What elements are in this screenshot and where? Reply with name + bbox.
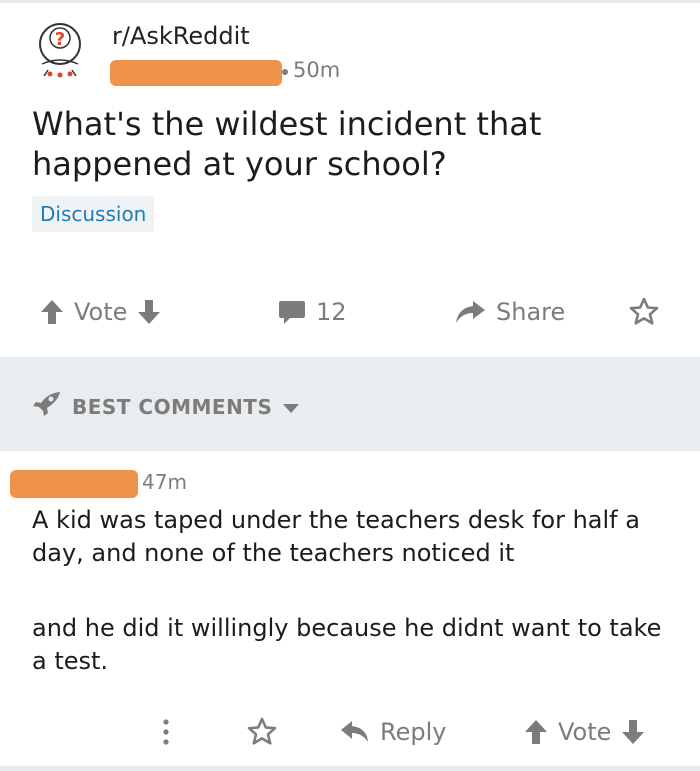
subreddit-avatar-icon[interactable]: ? xyxy=(32,18,92,82)
comments-button[interactable]: 12 xyxy=(278,288,347,336)
rocket-icon xyxy=(32,391,62,422)
sort-label: BEST COMMENTS xyxy=(72,394,273,419)
comment-paragraph: and he did it willingly because he didnt… xyxy=(32,614,662,675)
comment-count: 12 xyxy=(316,298,347,326)
reply-button[interactable]: Reply xyxy=(340,708,446,756)
comment-paragraph: A kid was taped under the teachers desk … xyxy=(32,506,640,567)
star-icon xyxy=(246,716,278,748)
vote-label: Vote xyxy=(74,298,128,326)
comment-sort-bar[interactable]: BEST COMMENTS xyxy=(0,357,700,451)
caret-down-icon xyxy=(282,395,300,419)
share-label: Share xyxy=(496,298,566,326)
bottom-divider xyxy=(0,766,700,771)
comment-body: A kid was taped under the teachers desk … xyxy=(32,504,682,720)
comment-meta: 47m xyxy=(10,470,256,500)
post-vote-control: Vote xyxy=(40,288,161,336)
comment-icon xyxy=(278,299,306,325)
upvote-icon[interactable] xyxy=(524,719,548,745)
comment-time: 47m xyxy=(142,470,187,494)
downvote-icon[interactable] xyxy=(621,719,645,745)
redacted-username xyxy=(110,60,282,86)
comment-vote-control: Vote xyxy=(524,708,645,756)
redacted-username xyxy=(10,470,138,498)
comment-save-button[interactable] xyxy=(246,708,278,756)
share-icon xyxy=(454,300,486,324)
post-time: 50m xyxy=(293,58,341,82)
post-action-bar: Vote 12 Share xyxy=(0,288,700,336)
more-vertical-icon xyxy=(160,717,172,747)
post-title[interactable]: What's the wildest incident that happene… xyxy=(32,104,652,184)
vote-label: Vote xyxy=(558,718,612,746)
top-divider xyxy=(0,0,700,3)
star-icon xyxy=(628,296,660,328)
more-options-button[interactable] xyxy=(160,708,172,756)
share-button[interactable]: Share xyxy=(454,288,565,336)
comment-action-bar: Reply Vote xyxy=(0,708,700,754)
reply-label: Reply xyxy=(380,718,447,746)
post-flair[interactable]: Discussion xyxy=(32,196,155,232)
post-meta: 50m xyxy=(110,58,372,86)
reply-icon xyxy=(340,720,370,744)
downvote-icon[interactable] xyxy=(137,299,161,325)
subreddit-name[interactable]: r/AskReddit xyxy=(112,22,250,50)
upvote-icon[interactable] xyxy=(40,299,64,325)
svg-text:?: ? xyxy=(55,29,65,50)
save-button[interactable] xyxy=(628,288,660,336)
separator-dot xyxy=(282,69,288,75)
